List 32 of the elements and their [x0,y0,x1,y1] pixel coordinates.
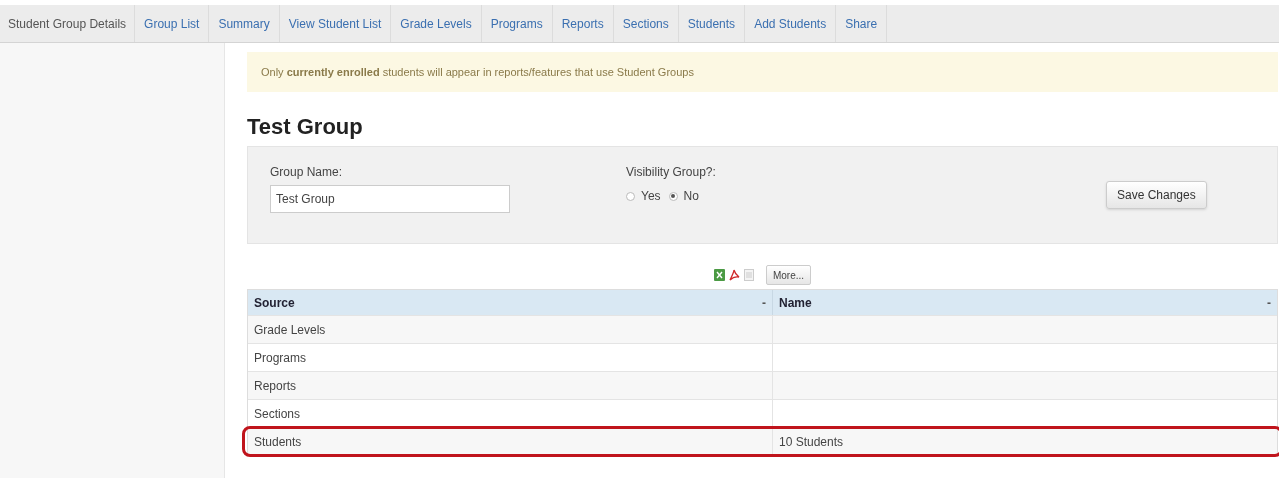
nav-link[interactable]: Summary [209,5,280,42]
nav-link[interactable]: Share [836,5,888,42]
nav-link[interactable]: Sections [613,5,679,42]
nav-link[interactable]: View Student List [279,5,392,42]
nav-link[interactable]: Add Students [745,5,837,42]
page-title: Student Group Details [0,5,136,42]
nav-link[interactable]: Programs [481,5,553,42]
sort-indicator[interactable]: - [762,293,766,312]
sort-indicator[interactable]: - [1267,293,1271,312]
page-heading: Test Group [247,113,364,141]
header-label: Source [254,294,295,312]
column-header[interactable]: Name - [773,290,1277,315]
table-cell-text: 10 Students [778,433,845,451]
nav-link[interactable]: Grade Levels [391,5,482,42]
radio-label: Yes [641,188,661,205]
spreadsheet-icon[interactable] [713,269,725,281]
table-cell: Students [248,428,773,455]
field-label: Group Name: [270,164,344,181]
input-field[interactable]: Test Group [270,185,510,213]
nav-link[interactable]: Students [678,5,746,42]
nav-link[interactable]: Reports [552,5,614,42]
save-button[interactable]: Save Changes [1106,181,1207,209]
more-button[interactable]: More... [765,265,812,285]
nav-link[interactable]: Group List [135,5,210,42]
radio-button[interactable] [626,191,635,201]
header-label: Name [779,294,812,312]
pdf-icon[interactable] [728,269,740,281]
radio-button[interactable] [668,191,678,201]
radio-label: No [683,188,699,205]
notice-banner: Only currently enrolled students will appear in reports/features that use Student Groups [247,52,1278,92]
table-cell: Sections [248,400,773,427]
field-label: Visibility Group?: [626,164,717,181]
